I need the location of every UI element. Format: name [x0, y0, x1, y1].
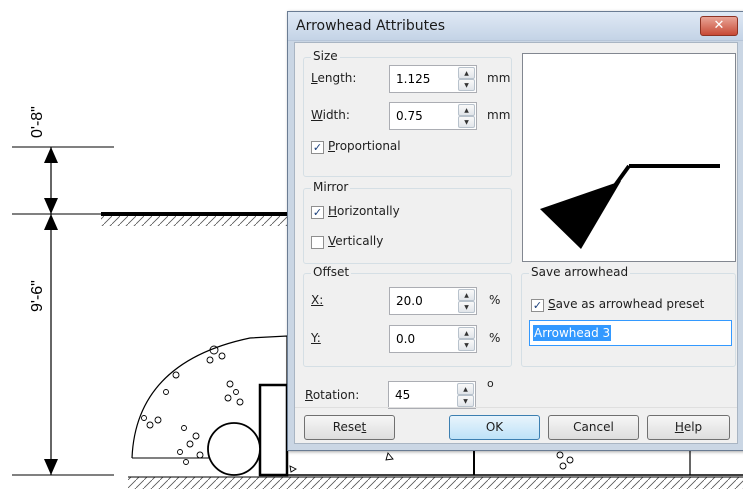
dialog-title-bar[interactable]: Arrowhead Attributes ✕ [288, 12, 743, 41]
rotation-unit: o [487, 377, 494, 390]
length-unit: mm [487, 71, 511, 85]
offset-x-value: 20.0 [396, 294, 423, 308]
width-up-arrow-icon[interactable]: ▲ [458, 104, 475, 116]
close-button[interactable]: ✕ [700, 16, 738, 36]
dialog-client-area: Size Length: 1.125 ▲ ▼ mm Width: 0.75 ▲ ▼ … [294, 42, 738, 444]
size-group-title: Size [311, 49, 340, 63]
preset-name-selected-text: Arrowhead 3 [533, 325, 612, 341]
save-arrowhead-group-title: Save arrowhead [529, 265, 631, 279]
width-label: Width: [311, 108, 350, 122]
arrowhead-preview-graphic [540, 164, 720, 249]
offset-y-label: Y: [311, 331, 321, 345]
horizontally-label[interactable]: Horizontally [328, 204, 400, 218]
proportional-checkbox[interactable]: ✓ [311, 141, 324, 154]
offset-y-up-arrow-icon[interactable]: ▲ [458, 327, 475, 339]
ok-button[interactable]: OK [449, 415, 540, 440]
offset-y-value: 0.0 [396, 332, 416, 346]
horizontally-checkbox[interactable]: ✓ [311, 206, 324, 219]
rotation-value: 45 [395, 388, 411, 402]
rotation-spinbox[interactable]: 45 ▲ ▼ [388, 381, 476, 409]
offset-x-label: X: [311, 293, 324, 307]
offset-x-up-arrow-icon[interactable]: ▲ [458, 289, 475, 301]
mirror-group: Mirror ✓ Horizontally Vertically [303, 180, 512, 264]
dim-label-top: 0'-8" [29, 106, 46, 138]
mirror-group-title: Mirror [311, 180, 351, 194]
length-up-arrow-icon[interactable]: ▲ [458, 67, 475, 79]
preset-name-input[interactable]: Arrowhead 3 [529, 320, 732, 346]
reset-button[interactable]: Reset [304, 415, 395, 440]
width-value: 0.75 [396, 109, 423, 123]
arrowhead-preview [522, 53, 736, 262]
offset-y-spinbox[interactable]: 0.0 ▲ ▼ [389, 325, 477, 353]
proportional-label[interactable]: Proportional [328, 139, 401, 153]
width-down-arrow-icon[interactable]: ▼ [458, 116, 475, 128]
dim-label-bottom: 9'-6" [29, 280, 46, 312]
offset-y-unit: % [489, 331, 501, 345]
save-preset-label[interactable]: Save as arrowhead preset [548, 297, 704, 311]
offset-x-spinbox[interactable]: 20.0 ▲ ▼ [389, 287, 477, 315]
cancel-button[interactable]: Cancel [548, 415, 639, 440]
button-separator [295, 407, 737, 408]
rotation-up-arrow-icon[interactable]: ▲ [457, 383, 474, 395]
width-spinbox[interactable]: 0.75 ▲ ▼ [389, 102, 477, 130]
length-down-arrow-icon[interactable]: ▼ [458, 79, 475, 91]
save-preset-checkbox[interactable]: ✓ [531, 299, 544, 312]
length-label: Length: [311, 71, 357, 85]
rotation-down-arrow-icon[interactable]: ▼ [457, 395, 474, 407]
offset-x-down-arrow-icon[interactable]: ▼ [458, 301, 475, 313]
rotation-label: Rotation: [305, 388, 360, 402]
offset-group-title: Offset [311, 265, 352, 279]
length-spinbox[interactable]: 1.125 ▲ ▼ [389, 65, 477, 93]
help-button[interactable]: Help [647, 415, 730, 440]
offset-group: Offset X: 20.0 ▲ ▼ % Y: 0.0 ▲ ▼ % [303, 265, 512, 367]
arrowhead-attributes-dialog: Arrowhead Attributes ✕ Size Length: 1.12… [287, 11, 743, 451]
size-group: Size Length: 1.125 ▲ ▼ mm Width: 0.75 ▲ ▼ … [303, 49, 512, 177]
length-value: 1.125 [396, 72, 431, 86]
offset-x-unit: % [489, 293, 501, 307]
width-unit: mm [487, 108, 511, 122]
dialog-title: Arrowhead Attributes [296, 18, 446, 34]
offset-y-down-arrow-icon[interactable]: ▼ [458, 339, 475, 351]
vertically-label[interactable]: Vertically [328, 234, 383, 248]
vertically-checkbox[interactable] [311, 236, 324, 249]
